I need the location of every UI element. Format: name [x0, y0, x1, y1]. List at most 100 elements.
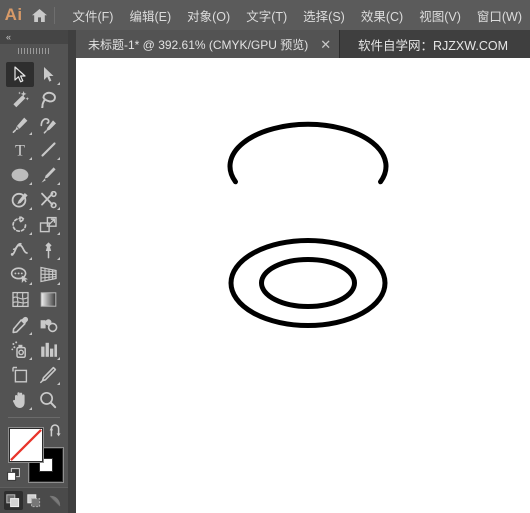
perspective-grid-icon: [39, 266, 57, 283]
shape-builder-icon: [10, 267, 28, 283]
pen-tool[interactable]: [6, 112, 34, 137]
illustrator-window: Ai 文件(F) 编辑(E) 对象(O) 文字(T) 选择(S) 效果(C) 视…: [0, 0, 530, 513]
magic-wand-tool[interactable]: [6, 87, 34, 112]
curvature-tool[interactable]: [34, 112, 62, 137]
shape-builder-tool[interactable]: [6, 262, 34, 287]
tool-flyout-indicator: [57, 157, 60, 160]
lasso-tool[interactable]: [34, 87, 62, 112]
tools-panel-separator: [8, 417, 60, 418]
app-logo: Ai: [0, 0, 27, 30]
menu-file[interactable]: 文件(F): [65, 1, 122, 30]
draw-normal-mode[interactable]: [3, 491, 23, 510]
magnifier-icon: [40, 391, 57, 408]
width-tool[interactable]: [6, 237, 34, 262]
gradient-tool[interactable]: [34, 287, 62, 312]
swap-fill-stroke-icon[interactable]: [48, 424, 62, 438]
document-tab[interactable]: 未标题-1* @ 392.61% (CMYK/GPU 预览) ✕: [76, 30, 341, 58]
tools-panel: « T: [0, 30, 68, 513]
direct-selection-tool[interactable]: [34, 62, 62, 87]
ellipse-icon: [11, 168, 29, 181]
eyedropper-tool[interactable]: [6, 312, 34, 337]
menu-effect[interactable]: 效果(C): [353, 1, 411, 30]
tool-flyout-indicator: [29, 132, 32, 135]
mesh-tool[interactable]: [6, 287, 34, 312]
symbol-sprayer-tool[interactable]: [6, 337, 34, 362]
fill-swatch[interactable]: [9, 428, 43, 462]
tool-flyout-indicator: [29, 182, 32, 185]
tool-flyout-indicator: [29, 207, 32, 210]
line-segment-tool[interactable]: [34, 137, 62, 162]
draw-inside-icon: [49, 495, 61, 506]
artwork-vector[interactable]: [76, 58, 530, 513]
perspective-grid-tool[interactable]: [34, 262, 62, 287]
menu-window[interactable]: 窗口(W): [469, 1, 530, 30]
free-transform-pin-icon: [44, 241, 52, 258]
selection-tool[interactable]: [6, 62, 34, 87]
canvas-gutter: [68, 58, 76, 513]
tool-flyout-indicator: [57, 357, 60, 360]
lower-inner-ellipse[interactable]: [259, 257, 357, 309]
tool-grid: T: [0, 58, 68, 412]
column-graph-tool[interactable]: [34, 337, 62, 362]
paintbrush-tool[interactable]: [34, 162, 62, 187]
tool-flyout-indicator: [57, 257, 60, 260]
tool-flyout-indicator: [29, 357, 32, 360]
tab-strip: 未标题-1* @ 392.61% (CMYK/GPU 预览) ✕: [76, 30, 341, 58]
tool-flyout-indicator: [29, 332, 32, 335]
slice-knife-icon: [40, 366, 57, 383]
lower-outer-ellipse[interactable]: [228, 238, 388, 328]
direct-selection-arrow-icon: [43, 67, 53, 82]
menu-edit[interactable]: 编辑(E): [121, 1, 179, 30]
hand-icon: [12, 391, 25, 408]
tool-flyout-indicator: [57, 182, 60, 185]
tool-flyout-indicator: [57, 207, 60, 210]
ellipse-tool[interactable]: [6, 162, 34, 187]
menu-type[interactable]: 文字(T): [238, 1, 295, 30]
scale-tool[interactable]: [34, 212, 62, 237]
document-tab-bar: 未标题-1* @ 392.61% (CMYK/GPU 预览) ✕ 软件自学网：R…: [0, 30, 530, 58]
menu-object[interactable]: 对象(O): [179, 1, 238, 30]
menu-view[interactable]: 视图(V): [411, 1, 469, 30]
artboard-icon: [11, 366, 27, 382]
selection-arrow-icon: [13, 66, 26, 83]
drag-grip-icon: [18, 48, 50, 54]
type-tool[interactable]: T: [6, 137, 34, 162]
upper-open-ellipse-arc[interactable]: [227, 121, 389, 185]
slice-tool[interactable]: [34, 362, 62, 387]
artboard-canvas[interactable]: [76, 58, 530, 513]
hand-tool[interactable]: [6, 387, 34, 412]
close-icon[interactable]: ✕: [320, 38, 331, 51]
watermark-text: 软件自学网：RJZXW.COM: [358, 38, 508, 53]
tool-flyout-indicator: [29, 407, 32, 410]
tools-panel-grip[interactable]: [0, 44, 68, 58]
pen-nib-icon: [12, 117, 28, 133]
draw-behind-mode[interactable]: [25, 491, 44, 510]
menu-divider: [53, 6, 55, 24]
collapse-panel-icon[interactable]: «: [6, 32, 11, 42]
tool-flyout-indicator: [29, 282, 32, 285]
type-T-icon: T: [15, 143, 25, 159]
default-fill-stroke-icon[interactable]: [7, 468, 20, 481]
artboard-tool[interactable]: [6, 362, 34, 387]
rotate-tool[interactable]: [6, 212, 34, 237]
scale-icon: [39, 216, 57, 232]
zoom-tool[interactable]: [34, 387, 62, 412]
home-icon: [32, 8, 48, 22]
tool-flyout-indicator: [57, 282, 60, 285]
blend-tool[interactable]: [34, 312, 62, 337]
shaper-tool[interactable]: [6, 187, 34, 212]
shaper-icon: [11, 192, 28, 207]
svg-text:T: T: [15, 143, 25, 159]
draw-normal-icon: [6, 493, 20, 507]
scissors-tool[interactable]: [34, 187, 62, 212]
home-button[interactable]: [27, 0, 51, 30]
menu-select[interactable]: 选择(S): [295, 1, 353, 30]
free-transform-tool[interactable]: [34, 237, 62, 262]
paintbrush-icon: [41, 166, 56, 183]
symbol-sprayer-icon: [10, 340, 26, 358]
curvature-pen-icon: [39, 117, 56, 134]
rotate-icon: [12, 215, 27, 232]
draw-inside-mode[interactable]: [46, 491, 65, 510]
tools-panel-header[interactable]: «: [0, 30, 68, 44]
draw-behind-icon: [27, 493, 41, 507]
